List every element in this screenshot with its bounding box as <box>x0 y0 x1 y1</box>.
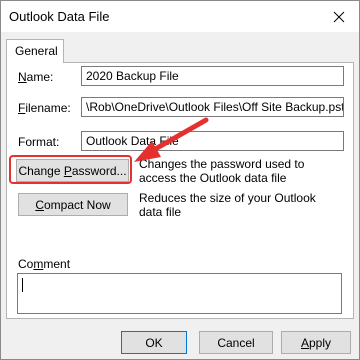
tab-general[interactable]: General <box>6 39 64 63</box>
window-title: Outlook Data File <box>9 9 110 24</box>
annotation-highlight <box>9 155 132 184</box>
name-field[interactable]: 2020 Backup File <box>81 66 344 86</box>
apply-button[interactable]: Apply <box>281 331 351 354</box>
compact-now-description-line1: Reduces the size of your Outlook <box>139 191 316 205</box>
format-label: Format: <box>18 135 60 149</box>
compact-now-description-line2: data file <box>139 205 182 219</box>
comment-textarea[interactable] <box>17 273 342 314</box>
apply-label: Apply <box>300 335 332 350</box>
cancel-button[interactable]: Cancel <box>199 331 273 354</box>
name-label: Name: <box>18 70 54 84</box>
text-caret <box>22 278 23 292</box>
close-button[interactable] <box>319 1 359 32</box>
change-password-description-line2: access the Outlook data file <box>139 171 287 185</box>
compact-now-label: Compact Now <box>35 197 111 212</box>
filename-field[interactable]: \Rob\OneDrive\Outlook Files\Off Site Bac… <box>81 97 344 117</box>
title-bar[interactable]: Outlook Data File <box>1 1 359 32</box>
close-icon <box>333 11 345 22</box>
change-password-description-line1: Changes the password used to <box>139 157 305 171</box>
filename-label: Filename: <box>18 101 71 115</box>
tab-general-label: General <box>15 44 58 58</box>
compact-now-button[interactable]: Compact Now <box>18 193 128 216</box>
comment-label: Comment <box>18 257 71 271</box>
format-field: Outlook Data File <box>81 131 344 151</box>
ok-button[interactable]: OK <box>121 331 187 354</box>
